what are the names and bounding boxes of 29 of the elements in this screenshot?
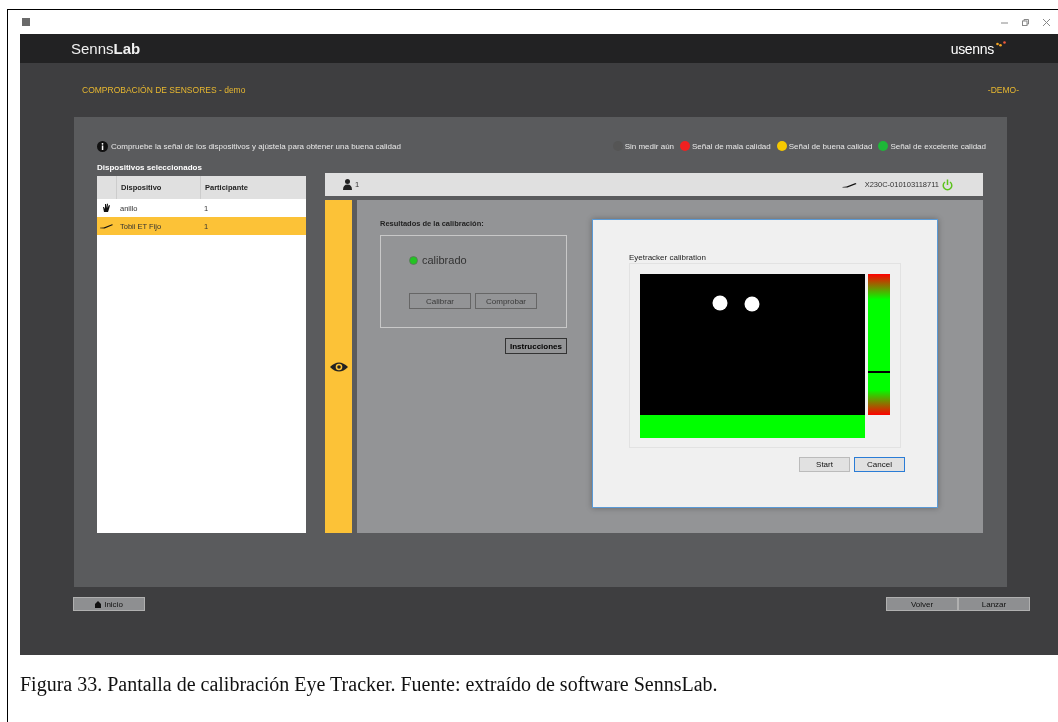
calibration-status: calibrado bbox=[422, 254, 467, 266]
logo-dots-icon bbox=[996, 40, 1006, 47]
instructions-button[interactable]: Instrucciones bbox=[505, 338, 567, 354]
page-title: COMPROBACIÓN DE SENSORES - demo bbox=[82, 85, 246, 95]
legend-label: Sin medir aún bbox=[624, 141, 675, 151]
mode-label: -DEMO- bbox=[987, 85, 1019, 95]
section-title: Dispositivos seleccionados bbox=[97, 163, 203, 173]
info-icon bbox=[97, 140, 108, 152]
app-icon bbox=[22, 18, 30, 26]
eye-icon[interactable] bbox=[329, 360, 348, 373]
restore-icon[interactable] bbox=[1022, 18, 1029, 26]
launch-button[interactable]: Lanzar bbox=[958, 597, 1030, 611]
legend-label: Señal de mala calidad bbox=[692, 141, 771, 151]
hand-icon bbox=[102, 203, 111, 213]
status-dot-icon bbox=[409, 255, 418, 265]
dialog-title: Eyetracker calibration bbox=[629, 253, 707, 263]
info-text: Compruebe la señal de los dispositivos y ajústela para obtener una buena calidad bbox=[111, 141, 401, 151]
figure-caption: Figura 33. Pantalla de calibración Eye Tracker. Fuente: extraído de software SennsLab. bbox=[20, 673, 719, 696]
app-name: SennsLab bbox=[71, 40, 141, 57]
close-icon[interactable] bbox=[1043, 18, 1050, 26]
back-button[interactable]: Volver bbox=[886, 597, 958, 611]
home-button[interactable]: Inicio bbox=[73, 597, 145, 611]
home-icon bbox=[95, 600, 102, 608]
start-button[interactable]: Start bbox=[799, 457, 850, 472]
logo: usenns bbox=[950, 40, 994, 57]
legend-label: Señal de buena calidad bbox=[788, 141, 873, 151]
person-icon bbox=[343, 179, 352, 190]
cancel-button[interactable]: Cancel bbox=[854, 457, 905, 472]
legend-label: Señal de excelente calidad bbox=[890, 141, 986, 151]
